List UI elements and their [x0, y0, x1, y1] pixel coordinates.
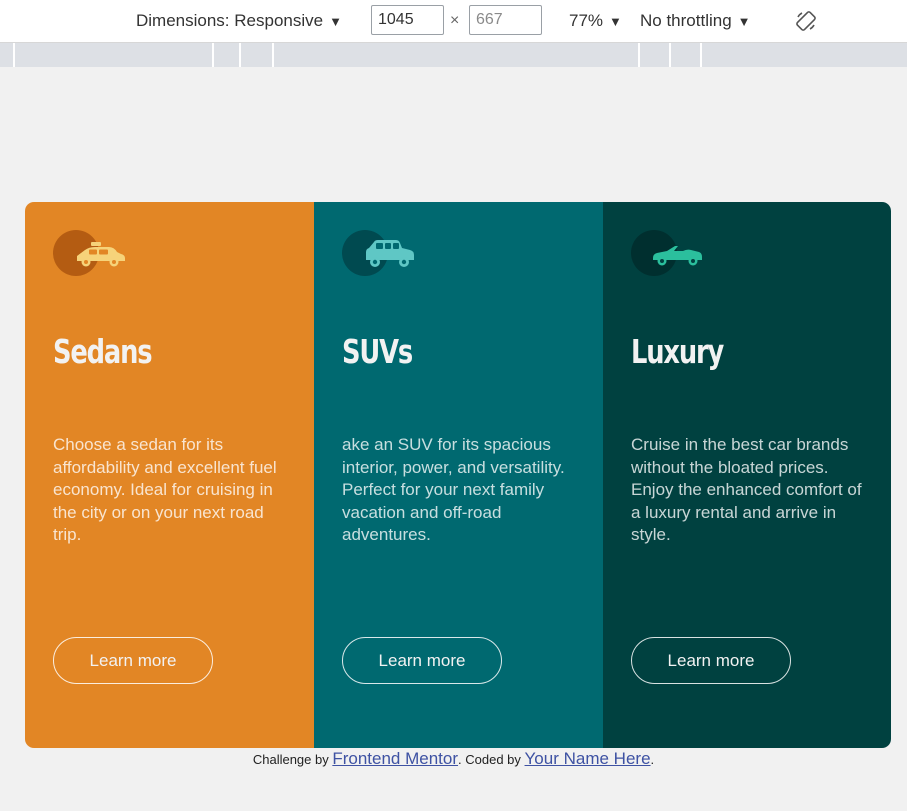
- learn-more-button[interactable]: Learn more: [631, 637, 791, 684]
- card-title: SUVs: [342, 332, 413, 371]
- learn-more-button[interactable]: Learn more: [53, 637, 213, 684]
- ruler-segment[interactable]: [0, 43, 15, 67]
- dimensions-dropdown[interactable]: Dimensions: Responsive ▼: [136, 11, 342, 31]
- chevron-down-icon: ▼: [329, 14, 342, 29]
- height-input[interactable]: 667: [469, 5, 542, 35]
- card-sedans: Sedans Choose a sedan for its affordabil…: [25, 202, 314, 748]
- ruler-segment[interactable]: [274, 43, 640, 67]
- frontend-mentor-link[interactable]: Frontend Mentor: [332, 749, 458, 768]
- ruler-segment[interactable]: [702, 43, 907, 67]
- ruler-segment[interactable]: [214, 43, 241, 67]
- chevron-down-icon: ▼: [737, 14, 751, 29]
- zoom-label: 77%: [569, 11, 604, 30]
- card-luxury: Luxury Cruise in the best car brands wit…: [603, 202, 891, 748]
- rotate-icon[interactable]: [795, 10, 817, 32]
- card-title: Sedans: [53, 332, 153, 371]
- ruler-segment[interactable]: [671, 43, 702, 67]
- media-query-ruler[interactable]: [0, 43, 907, 67]
- card-suvs: SUVs ake an SUV for its spacious interio…: [314, 202, 603, 748]
- card-description: Choose a sedan for its affordability and…: [53, 435, 277, 544]
- card-title: Luxury: [631, 332, 724, 371]
- card-description: Cruise in the best car brands without th…: [631, 435, 862, 544]
- throttling-label: No throttling: [640, 11, 732, 30]
- attribution-prefix: Challenge by: [252, 752, 333, 767]
- attribution-middle: . Coded by: [458, 752, 525, 767]
- ruler-segment[interactable]: [241, 43, 274, 67]
- attribution-suffix: .: [650, 752, 655, 767]
- convertible-car-icon: [631, 230, 702, 276]
- suv-car-icon: [342, 230, 414, 276]
- zoom-dropdown[interactable]: 77% ▼: [569, 11, 622, 31]
- card-group: Sedans Choose a sedan for its affordabil…: [25, 202, 891, 748]
- attribution: Challenge by Frontend Mentor. Coded by Y…: [0, 749, 907, 769]
- width-input[interactable]: 1045: [371, 5, 444, 35]
- author-link[interactable]: Your Name Here: [525, 749, 651, 768]
- times-separator: ×: [450, 12, 460, 29]
- device-toolbar: Dimensions: Responsive ▼ 1045 × 667 77% ▼ …: [0, 0, 907, 43]
- dimensions-label: Dimensions: Responsive: [136, 11, 324, 30]
- card-description: ake an SUV for its spacious interior, po…: [342, 435, 565, 544]
- sedan-car-icon: [53, 230, 125, 276]
- throttling-dropdown[interactable]: No throttling ▼: [640, 11, 751, 31]
- chevron-down-icon: ▼: [609, 14, 622, 29]
- page-viewport: Sedans Choose a sedan for its affordabil…: [0, 67, 907, 811]
- learn-more-button[interactable]: Learn more: [342, 637, 502, 684]
- ruler-segment[interactable]: [15, 43, 214, 67]
- ruler-segment[interactable]: [640, 43, 671, 67]
